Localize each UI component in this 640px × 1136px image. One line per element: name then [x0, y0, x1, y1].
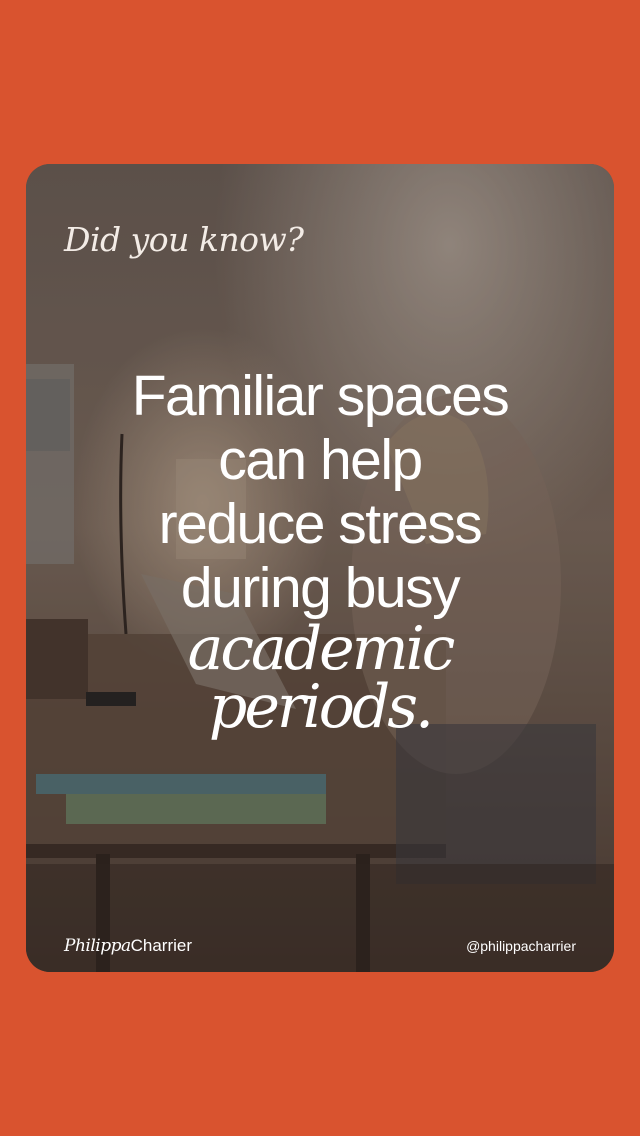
post-card: Did you know? Familiar spaces can help r…: [26, 164, 614, 972]
social-handle: @philippacharrier: [466, 938, 576, 954]
headline-italic-line: academic: [187, 614, 456, 684]
brand-last-name: Charrier: [130, 936, 193, 955]
headline-line: Familiar spaces: [131, 364, 510, 428]
headline: Familiar spaces can help reduce stress d…: [26, 364, 614, 742]
brand-first-name: Philippa: [64, 936, 131, 956]
brand-logo: PhilippaCharrier: [64, 936, 192, 956]
headline-italic-line: periods.: [208, 672, 434, 742]
headline-line: during busy: [180, 556, 461, 620]
headline-line: reduce stress: [158, 492, 483, 556]
headline-line: can help: [218, 428, 423, 492]
did-you-know-kicker: Did you know?: [64, 220, 304, 259]
